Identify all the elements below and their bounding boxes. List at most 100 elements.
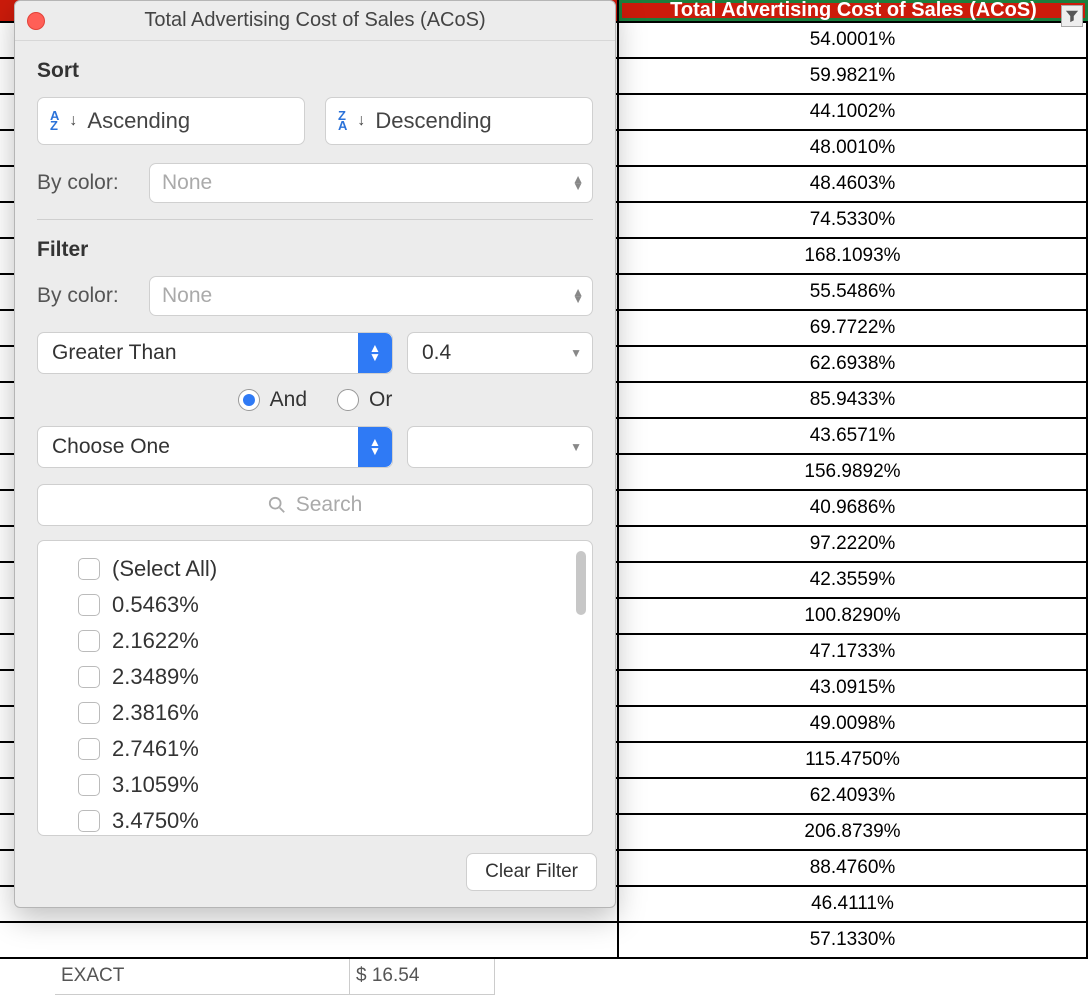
logic-and-radio[interactable]: And — [238, 388, 307, 412]
acos-cell[interactable]: 57.1330% — [619, 923, 1088, 959]
clear-filter-label: Clear Filter — [485, 861, 578, 882]
filter-value-label: 2.1622% — [112, 628, 199, 654]
acos-cell[interactable]: 48.4603% — [619, 167, 1088, 203]
peek-row: EXACT $ 16.54 — [0, 959, 1088, 995]
sort-by-color-select[interactable]: None ▲▼ — [149, 163, 593, 203]
peek-price: $ 16.54 — [350, 959, 495, 995]
condition1-operator-value: Greater Than — [52, 341, 177, 365]
acos-cell[interactable]: 42.3559% — [619, 563, 1088, 599]
filter-icon — [1065, 9, 1079, 23]
acos-cell[interactable]: 46.4111% — [619, 887, 1088, 923]
filter-value-item[interactable]: 2.3489% — [52, 659, 578, 695]
az-icon: AZ — [50, 111, 59, 131]
checkbox[interactable] — [78, 558, 100, 580]
filter-values-list[interactable]: (Select All) 0.5463% 2.1622% 2.3489% 2.3816… — [37, 540, 593, 836]
close-button[interactable] — [27, 12, 45, 30]
acos-cell[interactable]: 69.7722% — [619, 311, 1088, 347]
acos-cell[interactable]: 55.5486% — [619, 275, 1088, 311]
dialog-title: Total Advertising Cost of Sales (ACoS) — [15, 9, 615, 32]
acos-cell[interactable]: 115.4750% — [619, 743, 1088, 779]
scrollbar-thumb[interactable] — [576, 551, 586, 615]
filter-value-label: 2.7461% — [112, 736, 199, 762]
condition2-row: Choose One ▲▼ ▼ — [37, 426, 593, 468]
filter-value-item[interactable]: 3.4750% — [52, 803, 578, 836]
condition2-value-input[interactable]: ▼ — [407, 426, 593, 468]
sort-buttons-row: AZ ↓ Ascending ZA ↓ Descending — [37, 97, 593, 145]
filter-value-item[interactable]: 3.1059% — [52, 767, 578, 803]
checkbox[interactable] — [78, 774, 100, 796]
condition1-row: Greater Than ▲▼ 0.4 ▼ — [37, 332, 593, 374]
acos-cell[interactable]: 49.0098% — [619, 707, 1088, 743]
search-icon — [268, 496, 286, 514]
filter-by-color-label: By color: — [37, 284, 133, 308]
acos-cell[interactable]: 62.4093% — [619, 779, 1088, 815]
acos-cell[interactable]: 54.0001% — [619, 23, 1088, 59]
logic-row: And Or — [37, 388, 593, 412]
logic-and-label: And — [270, 388, 307, 412]
acos-cell[interactable]: 100.8290% — [619, 599, 1088, 635]
peek-match-type: EXACT — [55, 959, 350, 995]
chevron-updown-icon: ▲▼ — [358, 427, 392, 467]
checkbox[interactable] — [78, 666, 100, 688]
titlebar: Total Advertising Cost of Sales (ACoS) — [15, 1, 615, 41]
acos-cell[interactable]: 85.9433% — [619, 383, 1088, 419]
acos-cell[interactable]: 156.9892% — [619, 455, 1088, 491]
chevron-down-icon: ▼ — [570, 440, 582, 454]
acos-cell[interactable]: 62.6938% — [619, 347, 1088, 383]
acos-cell[interactable]: 97.2220% — [619, 527, 1088, 563]
clear-filter-button[interactable]: Clear Filter — [466, 853, 597, 891]
filter-section-title: Filter — [37, 238, 593, 262]
header-cell-acos[interactable]: Total Advertising Cost of Sales (ACoS) — [619, 0, 1088, 21]
radio-dot — [337, 389, 359, 411]
checkbox[interactable] — [78, 702, 100, 724]
condition1-value-input[interactable]: 0.4 ▼ — [407, 332, 593, 374]
acos-cell[interactable]: 47.1733% — [619, 635, 1088, 671]
acos-cell[interactable]: 43.0915% — [619, 671, 1088, 707]
panel-body: Sort AZ ↓ Ascending ZA ↓ Descending By c… — [15, 41, 615, 842]
condition1-operator-select[interactable]: Greater Than ▲▼ — [37, 332, 393, 374]
logic-or-radio[interactable]: Or — [337, 388, 392, 412]
chevron-updown-icon: ▲▼ — [358, 333, 392, 373]
sort-by-color-value: None — [162, 171, 212, 195]
checkbox[interactable] — [78, 594, 100, 616]
chevron-down-icon: ▼ — [570, 346, 582, 360]
filter-value-item[interactable]: 2.7461% — [52, 731, 578, 767]
za-icon: ZA — [338, 111, 347, 131]
acos-cell[interactable]: 43.6571% — [619, 419, 1088, 455]
acos-cell[interactable]: 44.1002% — [619, 95, 1088, 131]
acos-cell[interactable]: 59.9821% — [619, 59, 1088, 95]
filter-value-item[interactable]: 2.3816% — [52, 695, 578, 731]
acos-cell[interactable]: 168.1093% — [619, 239, 1088, 275]
filter-value-item[interactable]: 2.1622% — [52, 623, 578, 659]
radio-dot-selected — [238, 389, 260, 411]
sort-ascending-button[interactable]: AZ ↓ Ascending — [37, 97, 305, 145]
filter-value-label: 2.3489% — [112, 664, 199, 690]
acos-cell[interactable]: 48.0010% — [619, 131, 1088, 167]
filter-value-label: 2.3816% — [112, 700, 199, 726]
sort-by-color-label: By color: — [37, 171, 133, 195]
acos-cell[interactable]: 206.8739% — [619, 815, 1088, 851]
sort-descending-button[interactable]: ZA ↓ Descending — [325, 97, 593, 145]
checkbox[interactable] — [78, 738, 100, 760]
acos-cell[interactable]: 88.4760% — [619, 851, 1088, 887]
dialog-footer: Clear Filter — [15, 843, 615, 907]
sort-ascending-label: Ascending — [87, 108, 190, 134]
condition2-operator-select[interactable]: Choose One ▲▼ — [37, 426, 393, 468]
cell-left[interactable] — [0, 923, 619, 959]
condition1-value: 0.4 — [422, 341, 451, 365]
checkbox[interactable] — [78, 810, 100, 832]
logic-or-label: Or — [369, 388, 392, 412]
filter-by-color-select[interactable]: None ▲▼ — [149, 276, 593, 316]
arrow-down-icon: ↓ — [69, 112, 77, 130]
checkbox[interactable] — [78, 630, 100, 652]
filter-value-item[interactable]: 0.5463% — [52, 587, 578, 623]
table-row: 57.1330% — [0, 923, 1088, 959]
column-filter-button[interactable] — [1061, 5, 1083, 27]
filter-popover: Total Advertising Cost of Sales (ACoS) S… — [14, 0, 616, 908]
acos-cell[interactable]: 74.5330% — [619, 203, 1088, 239]
filter-value-label: 3.1059% — [112, 772, 199, 798]
select-all-item[interactable]: (Select All) — [52, 551, 578, 587]
filter-search-input[interactable]: Search — [37, 484, 593, 526]
header-cell-label: Total Advertising Cost of Sales (ACoS) — [670, 0, 1037, 22]
acos-cell[interactable]: 40.9686% — [619, 491, 1088, 527]
